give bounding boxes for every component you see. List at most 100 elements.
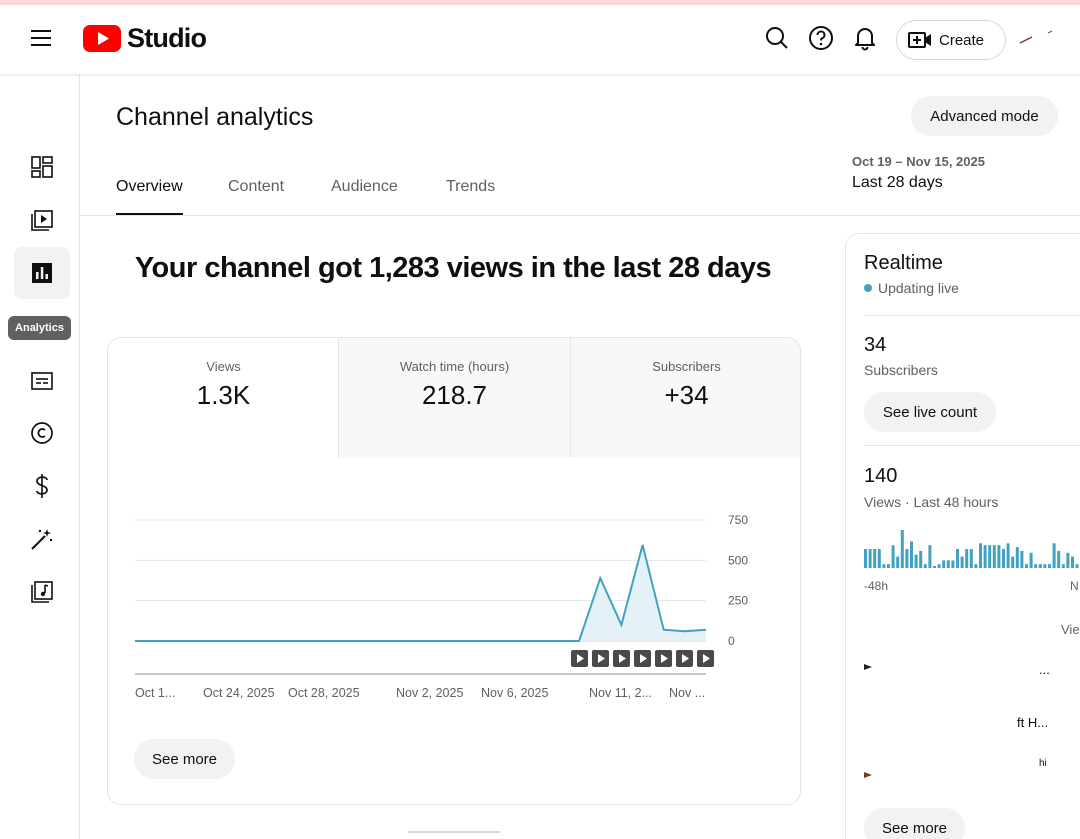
realtime-bar — [1011, 556, 1015, 568]
realtime-see-more-button[interactable]: See more — [864, 808, 965, 839]
chart-x-tick-label: Oct 1... — [135, 686, 175, 700]
see-more-button[interactable]: See more — [134, 739, 235, 779]
create-button[interactable]: Create — [896, 20, 1006, 60]
realtime-list-item[interactable]: ft H... — [864, 715, 1080, 730]
tab-content[interactable]: Content — [228, 178, 284, 213]
tab-overview[interactable]: Overview — [116, 178, 183, 215]
chart-x-tick-label: Nov 11, 2... — [589, 686, 652, 700]
headline: Your channel got 1,283 views in the last… — [134, 252, 772, 284]
date-range-label[interactable]: Last 28 days — [852, 174, 943, 192]
realtime-bar — [910, 541, 913, 568]
realtime-list-text: hi — [1039, 758, 1047, 769]
see-live-count-button[interactable]: See live count — [864, 392, 996, 432]
sidebar-item-subtitles[interactable] — [14, 355, 70, 407]
realtime-bar — [1075, 564, 1079, 568]
top-header: Studio Create — [0, 5, 1080, 74]
sidebar-item-content[interactable] — [14, 194, 70, 246]
realtime-subscribers-value: 34 — [864, 334, 887, 356]
video-thumbnail-icon — [864, 664, 872, 670]
sidebar-item-audio-library[interactable] — [14, 566, 70, 618]
chart-area-fill — [135, 545, 706, 641]
realtime-bar — [942, 560, 946, 568]
realtime-bar — [1048, 564, 1051, 568]
content-icon — [31, 210, 53, 231]
divider — [864, 445, 1080, 446]
video-thumbnail-icon — [864, 772, 872, 778]
analytics-tooltip: Analytics — [8, 316, 71, 340]
avatar[interactable] — [1012, 23, 1060, 57]
sidebar-item-analytics[interactable] — [14, 247, 70, 299]
realtime-bar — [928, 545, 932, 568]
subtitles-icon — [31, 372, 53, 390]
realtime-bar — [877, 549, 881, 568]
realtime-status-text: Updating live — [878, 280, 959, 296]
chart-x-tick-label: Oct 24, 2025 — [203, 686, 275, 700]
page-title: Channel analytics — [116, 103, 314, 131]
realtime-bar — [1034, 564, 1038, 568]
realtime-bar — [905, 549, 909, 568]
realtime-bar — [965, 549, 969, 568]
realtime-views-column: Vie — [1061, 622, 1080, 637]
realtime-axis-end: N — [1070, 579, 1079, 593]
realtime-bar — [951, 560, 955, 568]
realtime-bar — [1061, 564, 1065, 568]
tab-audience[interactable]: Audience — [331, 178, 398, 213]
chart-y-tick-label: 250 — [728, 594, 748, 608]
sidebar-item-dashboard[interactable] — [14, 141, 70, 193]
realtime-bar — [1052, 543, 1056, 568]
chart-y-tick-label: 0 — [728, 634, 735, 648]
realtime-list-item[interactable]: hi — [864, 758, 1080, 778]
realtime-card: Realtime Updating live 34 Subscribers Se… — [845, 233, 1080, 839]
realtime-bar — [1066, 552, 1070, 568]
chart-y-tick-label: 500 — [728, 553, 748, 567]
customization-icon — [31, 529, 53, 550]
realtime-bar — [1057, 550, 1061, 568]
tab-trends[interactable]: Trends — [446, 178, 495, 213]
sidebar-item-copyright[interactable] — [14, 407, 70, 459]
realtime-list-text: ... — [1039, 662, 1050, 677]
left-sidebar: Analytics — [0, 74, 80, 839]
notifications-icon[interactable] — [852, 25, 878, 51]
menu-icon[interactable] — [24, 20, 60, 56]
realtime-status: Updating live — [864, 280, 959, 296]
realtime-views-bars — [864, 530, 1079, 568]
youtube-logo-icon — [83, 25, 121, 52]
realtime-bar — [887, 564, 890, 568]
date-range[interactable]: Oct 19 – Nov 15, 2025 — [852, 154, 985, 169]
chart-x-tick-label: Oct 28, 2025 — [288, 686, 360, 700]
realtime-bar — [1038, 564, 1042, 568]
chart-y-tick-label: 750 — [728, 513, 748, 527]
realtime-views-label: Views · Last 48 hours — [864, 494, 999, 510]
realtime-bar — [969, 549, 973, 568]
realtime-bar — [914, 554, 918, 568]
advanced-mode-button[interactable]: Advanced mode — [911, 96, 1058, 136]
help-icon[interactable] — [808, 25, 834, 51]
create-video-icon — [908, 32, 931, 48]
realtime-bar — [1029, 552, 1033, 568]
audio-library-icon — [31, 581, 53, 603]
realtime-list-item[interactable]: ... — [864, 662, 1080, 677]
realtime-list-text: ft H... — [1017, 715, 1049, 730]
realtime-bar — [946, 560, 950, 568]
realtime-title: Realtime — [864, 252, 943, 274]
realtime-bar — [882, 564, 886, 568]
search-icon[interactable] — [764, 25, 790, 51]
studio-logo[interactable]: Studio — [83, 23, 207, 54]
realtime-bar — [988, 545, 992, 568]
realtime-bar — [933, 566, 936, 568]
realtime-bar — [896, 556, 900, 568]
realtime-bar — [923, 564, 927, 568]
copyright-icon — [31, 422, 53, 444]
sidebar-item-customization[interactable] — [14, 513, 70, 565]
realtime-bar — [960, 556, 964, 568]
realtime-bar — [891, 545, 895, 568]
live-dot-icon — [864, 284, 872, 292]
chart-x-tick-label: Nov ... — [669, 686, 705, 700]
realtime-bar — [1043, 564, 1047, 568]
sidebar-item-earn[interactable] — [14, 460, 70, 512]
divider — [864, 315, 1080, 316]
realtime-views-value: 140 — [864, 465, 898, 487]
create-label: Create — [939, 31, 985, 49]
realtime-bar — [1020, 550, 1024, 568]
chart-x-tick-label: Nov 2, 2025 — [396, 686, 463, 700]
